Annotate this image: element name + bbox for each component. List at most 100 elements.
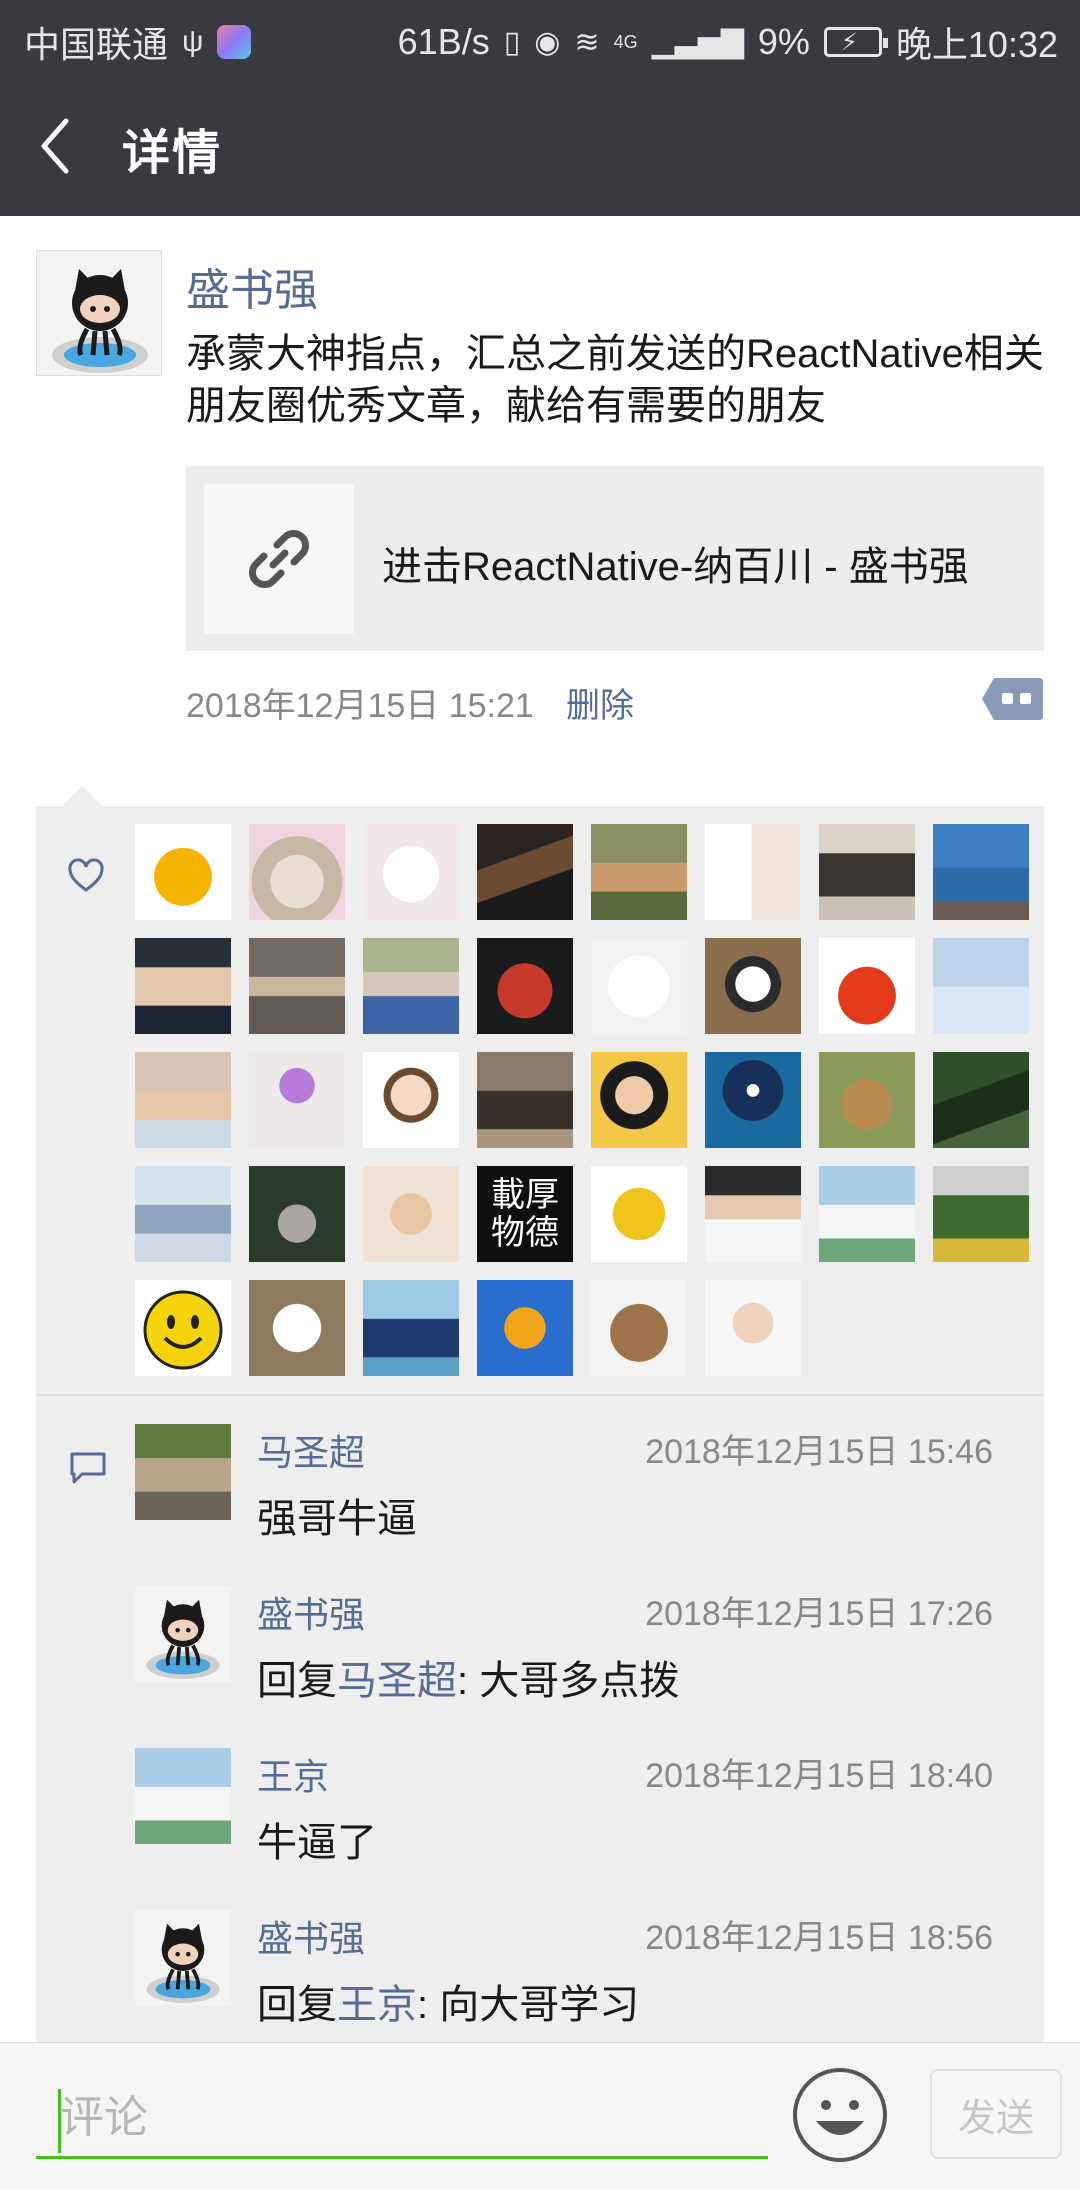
comment-time: 2018年12月15日 18:40 [645, 1757, 993, 1795]
post-author-name[interactable]: 盛书强 [186, 254, 318, 318]
usb-icon: ψ [182, 25, 204, 58]
liker-avatar[interactable] [933, 1052, 1029, 1148]
status-left: 中国联通 ψ [24, 16, 252, 68]
liker-avatar[interactable] [363, 1280, 459, 1376]
likes-comments-divider [36, 1394, 1044, 1396]
feedback-pointer [60, 786, 104, 808]
liker-avatar[interactable] [819, 938, 915, 1034]
liker-avatar[interactable] [363, 1166, 459, 1262]
liker-avatar[interactable] [477, 1280, 573, 1376]
liker-avatar-calligraphy[interactable]: 載厚物德 [477, 1166, 573, 1262]
app-notification-icon [217, 25, 252, 59]
comment-avatar[interactable] [135, 1748, 231, 1844]
carrier-label: 中国联通 [24, 24, 169, 65]
emoji-button[interactable] [790, 2065, 890, 2165]
comment-input[interactable] [36, 2079, 768, 2159]
liker-avatar[interactable] [591, 824, 687, 920]
liker-avatar[interactable] [135, 938, 231, 1034]
delete-button[interactable]: 删除 [566, 678, 634, 727]
liker-avatar[interactable] [477, 938, 573, 1034]
back-button[interactable] [30, 111, 90, 181]
liker-avatar[interactable] [705, 1280, 801, 1376]
text-cursor [58, 2089, 61, 2153]
liker-avatar[interactable] [477, 1052, 573, 1148]
shared-link-card[interactable]: 进击ReactNative-纳百川 - 盛书强 [186, 466, 1044, 651]
liker-avatar[interactable] [249, 938, 345, 1034]
reply-target[interactable]: 马圣超 [337, 1659, 457, 1703]
liker-avatar[interactable] [591, 1166, 687, 1262]
liker-avatar[interactable] [249, 824, 345, 920]
link-thumbnail [204, 484, 354, 634]
github-octocat-icon [52, 269, 148, 373]
liker-avatar-smiley[interactable] [135, 1280, 231, 1376]
author-avatar[interactable] [36, 250, 162, 376]
heart-icon [68, 858, 104, 892]
liker-avatar[interactable] [249, 1280, 345, 1376]
comment-body: 强哥牛逼 [257, 1497, 417, 1541]
github-octocat-icon [146, 1923, 220, 2003]
comment-author[interactable]: 王京 [257, 1748, 329, 1800]
liker-avatar[interactable] [363, 1052, 459, 1148]
page-title: 详情 [122, 127, 223, 180]
reply-target[interactable]: 王京 [337, 1983, 417, 2027]
vibrate-icon: ▯ [503, 25, 521, 59]
liker-avatar[interactable] [591, 938, 687, 1034]
wifi-icon: ≋ [574, 25, 600, 59]
liker-avatar[interactable] [363, 824, 459, 920]
battery-icon: ⚡ [823, 27, 888, 57]
comment-avatar[interactable] [135, 1586, 231, 1682]
clock: 晚上10:32 [895, 24, 1058, 65]
liker-avatar[interactable] [705, 938, 801, 1034]
eye-icon: ◉ [534, 25, 561, 59]
liker-avatar[interactable] [819, 824, 915, 920]
back-arrow-icon [41, 118, 69, 174]
feedback-panel: 載厚物德 马圣超 2018年12月15日 15:46 强哥牛逼 盛书强 2018… [36, 806, 1044, 2046]
comment-item: 盛书强 2018年12月15日 18:56 回复王京: 向大哥学习 [135, 1910, 1035, 2050]
comment-bubble-icon [70, 1452, 106, 1484]
reply-prefix: 回复 [257, 1659, 337, 1703]
more-actions-button[interactable] [980, 676, 1044, 722]
post-timestamp: 2018年12月15日 15:21 [186, 687, 534, 725]
comment-text: 回复王京: 向大哥学习 [257, 1972, 639, 2030]
reply-body: : 向大哥学习 [417, 1983, 640, 2027]
liker-avatar[interactable] [135, 1166, 231, 1262]
liker-avatar[interactable] [249, 1166, 345, 1262]
liker-avatar[interactable] [705, 1052, 801, 1148]
signal-icon: ▁▃▅▇ [651, 25, 744, 59]
comment-time: 2018年12月15日 17:26 [645, 1595, 993, 1633]
liker-avatar[interactable] [933, 938, 1029, 1034]
github-octocat-icon [146, 1599, 220, 1679]
status-bar: 中国联通 ψ 61B/s ▯ ◉ ≋ 4G ▁▃▅▇ 9% ⚡ 晚上10:32 [0, 0, 1080, 75]
liker-avatar[interactable] [249, 1052, 345, 1148]
send-button[interactable]: 发送 [930, 2069, 1062, 2159]
comment-time: 2018年12月15日 15:46 [645, 1433, 993, 1471]
reply-body: : 大哥多点拨 [457, 1659, 680, 1703]
liker-avatar[interactable] [363, 938, 459, 1034]
comment-text: 牛逼了 [257, 1810, 377, 1868]
comment-item: 盛书强 2018年12月15日 17:26 回复马圣超: 大哥多点拨 [135, 1586, 1035, 1726]
liker-avatar[interactable] [135, 824, 231, 920]
liker-avatar[interactable] [591, 1280, 687, 1376]
comment-item: 马圣超 2018年12月15日 15:46 强哥牛逼 [135, 1424, 1035, 1564]
liker-avatar[interactable] [933, 1166, 1029, 1262]
calligraphy-text: 載厚物德 [491, 1176, 559, 1252]
likes-avatar-grid: 載厚物德 [135, 824, 1035, 1376]
comment-author[interactable]: 盛书强 [257, 1910, 365, 1962]
post-text: 承蒙大神指点，汇总之前发送的ReactNative相关朋友圈优秀文章，献给有需要… [186, 332, 1044, 428]
comment-avatar[interactable] [135, 1910, 231, 2006]
more-dots-icon [982, 678, 1043, 720]
liker-avatar[interactable] [591, 1052, 687, 1148]
smiley-face-icon [143, 1290, 223, 1370]
comment-author[interactable]: 马圣超 [257, 1424, 365, 1476]
liker-avatar[interactable] [819, 1052, 915, 1148]
liker-avatar[interactable] [705, 1166, 801, 1262]
comment-time: 2018年12月15日 18:56 [645, 1919, 993, 1957]
comment-input-bar: 发送 [0, 2042, 1080, 2189]
liker-avatar[interactable] [135, 1052, 231, 1148]
liker-avatar[interactable] [477, 824, 573, 920]
comment-author[interactable]: 盛书强 [257, 1586, 365, 1638]
liker-avatar[interactable] [933, 824, 1029, 920]
liker-avatar[interactable] [705, 824, 801, 920]
comment-avatar[interactable] [135, 1424, 231, 1520]
liker-avatar[interactable] [819, 1166, 915, 1262]
